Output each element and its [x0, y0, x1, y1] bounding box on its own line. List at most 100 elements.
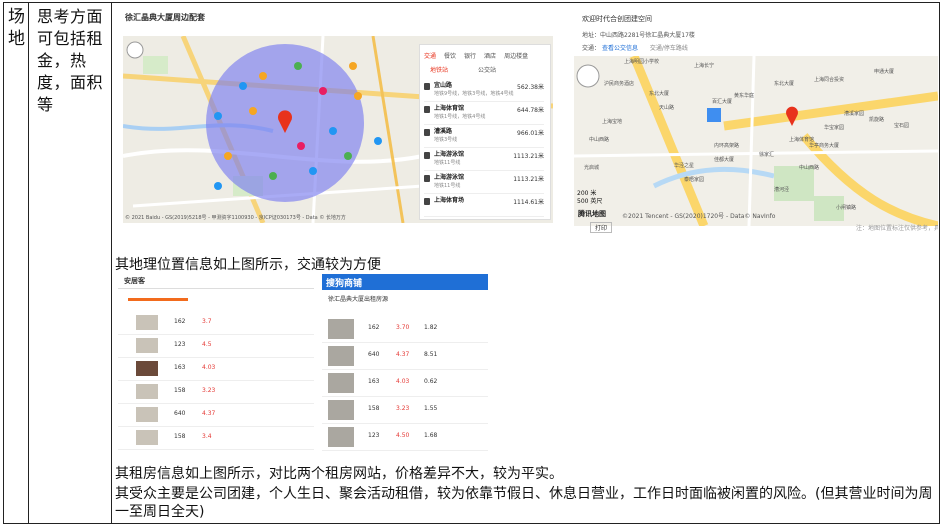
column-divider [28, 3, 29, 523]
map-place-label: 沪民商务酒店 [604, 81, 635, 87]
listing-thumbnail [136, 430, 158, 445]
audience-caption-line1: 其受众主要是公司团建，个人生日、聚会活动租借，较为依靠节假日、休息日营业，工作日… [115, 486, 933, 502]
route-link[interactable]: 交通/停车路线 [650, 45, 688, 52]
subway-icon [424, 152, 430, 159]
anjuke-logo: 安居客 [124, 277, 145, 285]
table-row[interactable]: 158 3.4 [118, 427, 314, 450]
station-name: 上海体育馆 [434, 105, 465, 112]
map-place-label: 宝石园 [894, 123, 910, 129]
table-row[interactable]: 158 3.23 [118, 381, 314, 404]
listing-area: 163 [174, 364, 186, 371]
map-place-label: 华亭商务大厦 [809, 143, 840, 149]
listing-area: 162 [174, 318, 186, 325]
venue-cell: 场地 [8, 7, 25, 49]
listing-thumbnail [328, 319, 354, 339]
rent1-listing-table: 162 3.7 123 4.5 163 4.03 158 3.23 640 4.37 158 3.4 [118, 312, 314, 450]
tab-nearby[interactable]: 周边楼盘 [504, 51, 528, 60]
sogou-logo: 搜狗商铺 [326, 279, 363, 289]
table-row[interactable]: 163 4.03 [118, 358, 314, 381]
station-distance: 1113.21米 [513, 153, 544, 160]
map2-copyright: ©2021 Tencent - GS(2020)1720号 - Data© Na… [622, 213, 776, 220]
station-item[interactable]: 漕溪路 地铁3号线 966.01米 [424, 125, 544, 148]
tab-bank[interactable]: 银行 [464, 51, 476, 60]
listing-price: 4.50 [396, 432, 410, 439]
surroundings-map-panel: 徐汇晶典大厦周边配套 交通 餐饮 银行 酒店 周边楼盘 地铁站 公交站 宜山路 … [123, 8, 553, 223]
listing-price: 4.37 [202, 410, 216, 417]
table-row[interactable]: 640 4.37 [118, 404, 314, 427]
map2-title: 欢迎时代合创团建空间 [582, 15, 652, 23]
map-place-label: 光启城 [584, 165, 600, 171]
station-item[interactable]: 上海体育场 1114.61米 [424, 194, 544, 217]
map-place-label: 内环高架路 [714, 143, 740, 149]
table-row[interactable]: 162 3.7 [118, 312, 314, 335]
map-place-label: 天山路 [659, 105, 675, 111]
station-name: 上海游泳馆 [434, 151, 465, 158]
map-place-label: 中山西路 [589, 137, 610, 143]
column-divider [111, 3, 112, 523]
map-place-label: 泰晤家园 [684, 177, 705, 183]
rent-caption: 其租房信息如上图所示，对比两个租房网站，价格差异不大，较为平实。 [115, 466, 563, 482]
table-row[interactable]: 163 4.03 0.62 [322, 370, 488, 397]
print-button[interactable]: 打印 [590, 222, 613, 233]
station-item[interactable]: 上海游泳馆 地铁11号线 1113.21米 [424, 171, 544, 194]
table-row[interactable]: 162 3.70 1.82 [322, 316, 488, 343]
rent-site-1: 安居客 162 3.7 123 4.5 163 4.03 158 3.23 640 4.37 158… [118, 274, 314, 456]
station-item[interactable]: 上海游泳馆 地铁11号线 1113.21米 [424, 148, 544, 171]
tab-food[interactable]: 餐饮 [444, 51, 456, 60]
map-place-label: 东北大厦 [774, 81, 795, 87]
subtab-bus[interactable]: 公交站 [478, 65, 496, 74]
map-place-label: 上海明园小学校 [624, 59, 660, 65]
compass-icon[interactable] [126, 41, 144, 59]
location-caption: 其地理位置信息如上图所示，交通较为方便 [115, 257, 381, 273]
station-distance: 1113.21米 [513, 176, 544, 183]
location-map-panel: 欢迎时代合创团建空间 地址：中山西路2281号徐汇晶典大厦17楼 交通： 查看公… [574, 8, 938, 233]
listing-area: 123 [174, 341, 186, 348]
subway-icon [424, 198, 430, 205]
station-list: 宜山路 地铁9号线，地铁3号线，地铁4号线 562.38米 上海体育馆 地铁1号线，地铁… [424, 79, 544, 217]
map-place-label: 漕溪家园 [844, 111, 865, 117]
listing-total: 8.51 [424, 351, 438, 358]
subway-icon [424, 83, 430, 90]
station-distance: 562.38米 [517, 84, 544, 91]
listing-total: 1.82 [424, 324, 438, 331]
station-distance: 644.78米 [517, 107, 544, 114]
table-row[interactable]: 123 4.50 1.68 [322, 424, 488, 451]
map-place-label: 黄东华庭 [734, 93, 755, 99]
map-place-label: 华宝家园 [824, 125, 845, 131]
considerations-cell: 思考方面可包括租金，热度，面积等 [37, 7, 104, 114]
table-row[interactable]: 158 3.23 1.55 [322, 397, 488, 424]
listing-thumbnail [328, 427, 354, 447]
listing-area: 158 [368, 405, 380, 412]
listing-total: 1.68 [424, 432, 438, 439]
station-item[interactable]: 上海体育馆 地铁1号线，地铁4号线 644.78米 [424, 102, 544, 125]
tab-transit[interactable]: 交通 [424, 51, 436, 60]
map2-transit-label: 交通： [582, 45, 601, 52]
station-lines: 地铁3号线 [434, 137, 458, 143]
station-name: 上海体育场 [434, 197, 465, 204]
listing-total: 1.55 [424, 405, 438, 412]
table-row[interactable]: 640 4.37 8.51 [322, 343, 488, 370]
map-place-label: 漕河泾 [774, 187, 790, 193]
transit-list-panel: 交通 餐饮 银行 酒店 周边楼盘 地铁站 公交站 宜山路 地铁9号线，地铁3号线，… [419, 44, 551, 220]
map-place-label: 华泾之星 [674, 163, 695, 169]
listing-price: 3.23 [202, 387, 216, 394]
listing-price: 4.37 [396, 351, 410, 358]
listing-area: 640 [368, 351, 380, 358]
map-place-label: 中山西路 [799, 165, 820, 171]
tab-hotel[interactable]: 酒店 [484, 51, 496, 60]
map-place-label: 上海长宁 [694, 63, 715, 69]
station-lines: 地铁11号线 [434, 183, 461, 189]
listing-area: 158 [174, 387, 186, 394]
station-lines: 地铁9号线，地铁3号线，地铁4号线 [434, 91, 514, 97]
listing-total: 0.62 [424, 378, 438, 385]
station-item[interactable]: 宜山路 地铁9号线，地铁3号线，地铁4号线 562.38米 [424, 79, 544, 102]
map-place-label: 申通大厦 [874, 69, 895, 75]
listing-thumbnail [136, 384, 158, 399]
subtab-subway[interactable]: 地铁站 [430, 65, 448, 74]
listing-thumbnail [328, 400, 354, 420]
map-place-label: 百汇大厦 [712, 99, 733, 105]
listing-thumbnail [136, 407, 158, 422]
bus-info-link[interactable]: 查看公交信息 [602, 45, 638, 52]
listing-thumbnail [136, 315, 158, 330]
table-row[interactable]: 123 4.5 [118, 335, 314, 358]
